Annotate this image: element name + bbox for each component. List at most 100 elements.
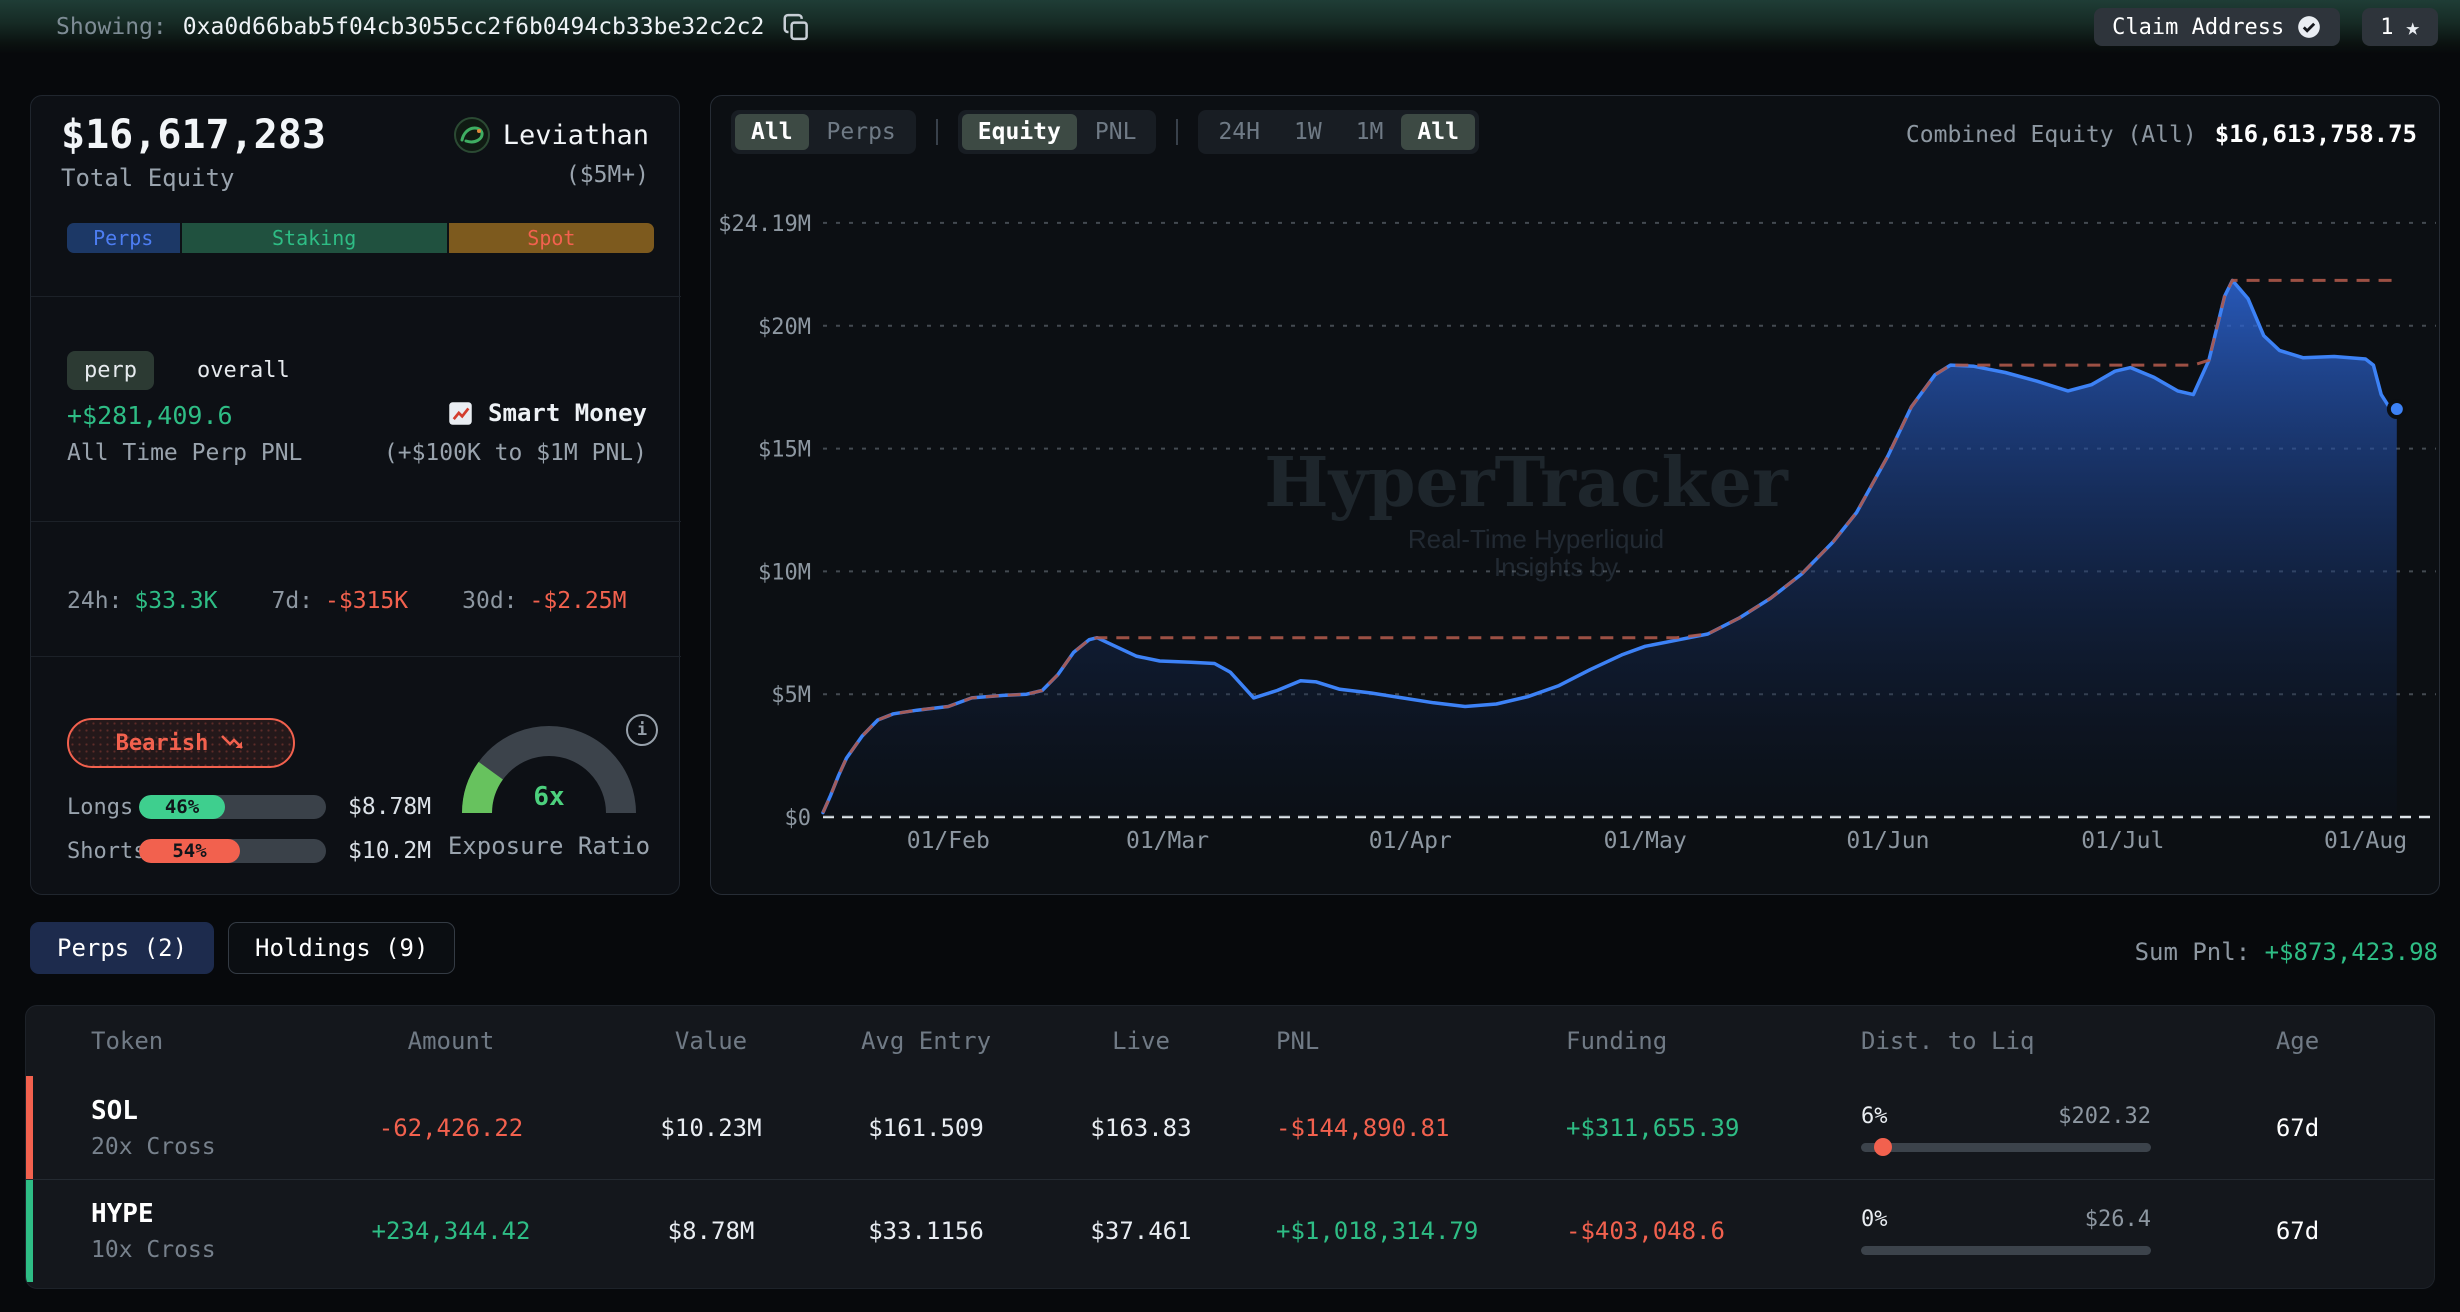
divider [31, 296, 681, 297]
x-axis-label: 01/Feb [907, 828, 990, 854]
age-cell: 67d [2161, 1114, 2434, 1142]
position-row-sol[interactable]: SOL20x Cross-62,426.22$10.23M$161.509$16… [26, 1076, 2434, 1179]
divider [31, 521, 681, 522]
column-header-amount: Amount [291, 1027, 611, 1055]
y-axis-label: $5M [771, 683, 811, 708]
token-cell: HYPE 10x Cross [91, 1199, 291, 1263]
dragon-avatar-icon [453, 116, 491, 154]
equity-composition-bar: PerpsStakingSpot [67, 223, 654, 253]
shorts-amount: $10.2M [348, 838, 431, 864]
pnl-cell: +$1,018,314.79 [1241, 1217, 1531, 1245]
stat-24h: 24h:$33.3K [67, 588, 217, 614]
token-symbol: HYPE [91, 1199, 291, 1229]
token-symbol: SOL [91, 1096, 291, 1126]
token-cell: SOL 20x Cross [91, 1096, 291, 1160]
amount-cell: +234,344.42 [291, 1217, 611, 1245]
longs-label: Longs [67, 795, 139, 820]
equity-segment-perps: Perps [67, 223, 180, 253]
shorts-row: Shorts 54% $10.2M [67, 838, 431, 864]
sentiment-label: Bearish [116, 731, 209, 756]
x-axis-label: 01/Mar [1126, 828, 1209, 854]
verified-badge-icon [2296, 14, 2322, 40]
dist-to-liq-cell: 0% $26.4 [1831, 1207, 2161, 1255]
funding-cell: +$311,655.39 [1531, 1114, 1831, 1142]
wallet-address: 0xa0d66bab5f04cb3055cc2f6b0494cb33be32c2… [183, 14, 765, 40]
column-header-funding: Funding [1531, 1027, 1831, 1055]
funding-cell: -$403,048.6 [1531, 1217, 1831, 1245]
liq-price: $202.32 [2058, 1104, 2151, 1129]
exposure-ratio-gauge: 6xExposure Ratio [439, 708, 664, 868]
value-cell: $8.78M [611, 1217, 811, 1245]
longs-fill: 46% [139, 795, 225, 819]
positions-tab-holdings[interactable]: Holdings (9) [228, 922, 455, 974]
pnl-scope-tab-overall[interactable]: overall [180, 351, 307, 390]
column-header-avg-entry: Avg Entry [811, 1027, 1041, 1055]
trader-identity: Leviathan [453, 116, 649, 154]
positions-tab-perps[interactable]: Perps (2) [30, 922, 214, 974]
avg-entry-cell: $161.509 [811, 1114, 1041, 1142]
stat-value: -$315K [325, 588, 408, 614]
y-axis-label: $24.19M [718, 212, 811, 237]
profile-card: $16,617,283 Total Equity Leviathan ($5M+… [30, 95, 680, 895]
copy-icon [781, 12, 811, 42]
y-axis-label: $15M [758, 438, 811, 463]
claim-address-button[interactable]: Claim Address [2094, 8, 2340, 46]
top-bar: Showing: 0xa0d66bab5f04cb3055cc2f6b0494c… [0, 0, 2460, 54]
pnl-scope-tab-perp[interactable]: perp [67, 351, 154, 390]
dist-pct: 0% [1861, 1207, 1888, 1232]
x-axis-label: 01/Aug [2324, 828, 2407, 854]
y-axis-label: $20M [758, 315, 811, 340]
x-axis-label: 01/May [1604, 828, 1687, 854]
column-header-age: Age [2161, 1027, 2434, 1055]
favorites-count: 1 [2380, 15, 2393, 40]
token-leverage: 20x Cross [91, 1134, 291, 1160]
table-header-row: TokenAmountValueAvg EntryLivePNLFundingD… [26, 1006, 2434, 1076]
longs-amount: $8.78M [348, 794, 431, 820]
showing-label: Showing: [56, 14, 167, 40]
trader-name: Leviathan [503, 120, 649, 151]
x-axis-label: 01/Jun [1846, 828, 1929, 854]
y-axis-label: $0 [785, 806, 812, 831]
stat-value: -$2.25M [530, 588, 627, 614]
age-cell: 67d [2161, 1217, 2434, 1245]
all-time-perp-pnl-label: All Time Perp PNL [67, 440, 302, 466]
watermark-title: HyperTracker [1264, 443, 1789, 523]
longs-bar: 46% [139, 795, 326, 819]
column-header-pnl: PNL [1241, 1027, 1531, 1055]
column-header-token: Token [91, 1027, 291, 1055]
sentiment-badge: Bearish [67, 718, 295, 768]
watermark-subtitle: Insights by [1494, 552, 1618, 582]
favorites-button[interactable]: 1 ★ [2362, 8, 2438, 46]
value-cell: $10.23M [611, 1114, 811, 1142]
star-icon: ★ [2406, 13, 2420, 41]
dist-track [1861, 1143, 2151, 1152]
watermark-subtitle: Real-Time Hyperliquid [1408, 524, 1664, 554]
copy-address-button[interactable] [780, 11, 812, 43]
dist-track [1861, 1246, 2151, 1255]
positions-tabs: Perps (2) Holdings (9) [30, 922, 455, 974]
smart-money-range: (+$100K to $1M PNL) [384, 440, 647, 466]
sum-pnl: Sum Pnl: +$873,423.98 [2135, 938, 2438, 966]
column-header-value: Value [611, 1027, 811, 1055]
chart-up-icon [447, 400, 474, 427]
liq-price: $26.4 [2085, 1207, 2151, 1232]
avg-entry-cell: $33.1156 [811, 1217, 1041, 1245]
position-row-hype[interactable]: HYPE10x Cross+234,344.42$8.78M$33.1156$3… [26, 1179, 2434, 1282]
sum-pnl-label: Sum Pnl: [2135, 938, 2251, 966]
column-header-live: Live [1041, 1027, 1241, 1055]
shorts-bar: 54% [139, 839, 326, 863]
total-equity-value: $16,617,283 [61, 112, 326, 158]
dist-dot [1874, 1138, 1892, 1156]
period-pnl-stats: 24h:$33.3K7d:-$315K30d:-$2.25M [67, 588, 626, 614]
total-equity-label: Total Equity [61, 164, 234, 192]
stat-30d: 30d: -$2.25M [462, 588, 626, 614]
exposure-ratio-value: 6x [533, 782, 564, 812]
x-axis-label: 01/Apr [1369, 828, 1452, 854]
equity-segment-staking: Staking [182, 223, 447, 253]
hypertracker-dashboard: Showing: 0xa0d66bab5f04cb3055cc2f6b0494c… [0, 0, 2460, 1312]
stat-label: 30d: [462, 588, 517, 614]
stat-label: 24h: [67, 588, 122, 614]
equity-segment-spot: Spot [449, 223, 654, 253]
token-leverage: 10x Cross [91, 1237, 291, 1263]
claim-address-label: Claim Address [2112, 15, 2284, 40]
